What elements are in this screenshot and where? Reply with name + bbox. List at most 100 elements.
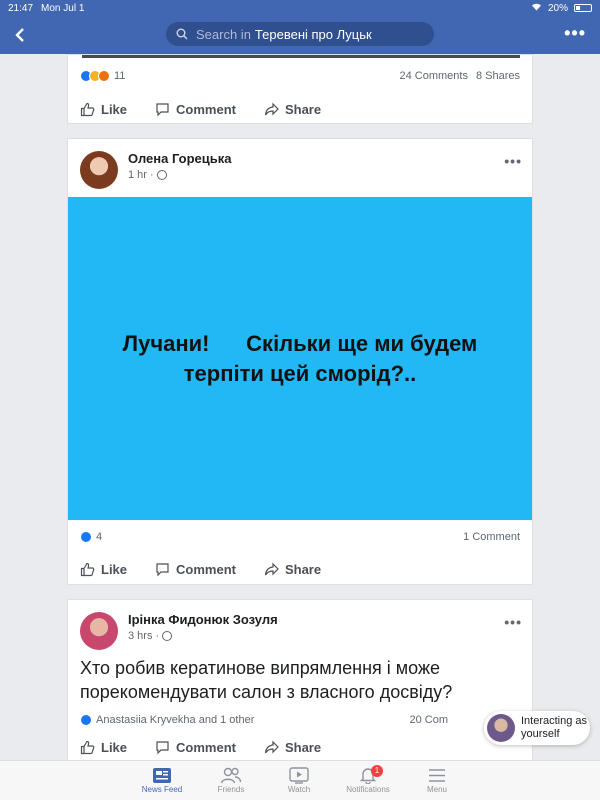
search-input[interactable]: Search in Теревені про Луцьк — [166, 22, 434, 46]
action-row: Like Comment Share — [68, 552, 532, 586]
tab-friends[interactable]: Friends — [201, 765, 261, 794]
post-stats: Anastasiia Kryvekha and 1 other 20 Com — [68, 704, 532, 726]
tab-watch[interactable]: Watch — [269, 765, 329, 794]
comment-label: Comment — [176, 101, 236, 117]
author-name[interactable]: Олена Горецька — [128, 151, 232, 166]
bottom-tab-bar: News Feed Friends Watch 1 Notifications … — [0, 760, 600, 800]
post-image-bottom — [82, 55, 520, 58]
comment-icon — [156, 102, 169, 116]
top-bar: Search in Теревені про Луцьк ••• — [0, 16, 600, 54]
like-button[interactable]: Like — [80, 102, 127, 117]
search-prefix: Search in — [196, 26, 251, 42]
watch-icon — [289, 766, 309, 784]
post-time[interactable]: 3 hrs — [128, 630, 152, 642]
comments-count[interactable]: 1 Comment — [463, 531, 520, 543]
friends-icon — [220, 767, 242, 783]
back-button[interactable] — [0, 16, 40, 54]
like-button[interactable]: Like — [80, 740, 127, 755]
post-header: Олена Горецька 1 hr · ••• — [68, 139, 532, 197]
comment-button[interactable]: Comment — [155, 740, 236, 755]
avatar[interactable] — [80, 612, 118, 650]
post-card: Ірінка Фидонюк Зозуля 3 hrs · ••• Хто ро… — [67, 599, 533, 765]
status-bar: 21:47 Mon Jul 1 20% — [0, 0, 600, 16]
post-stats: 11 24 Comments 8 Shares — [68, 55, 532, 93]
like-reaction-icon — [80, 714, 92, 726]
post-options-button[interactable]: ••• — [504, 614, 522, 630]
wifi-icon — [531, 2, 542, 14]
share-label: Share — [284, 739, 322, 755]
chevron-left-icon — [15, 28, 24, 42]
comment-label: Comment — [176, 561, 236, 577]
thumbs-up-icon — [80, 562, 95, 576]
separator-dot: · — [155, 630, 160, 642]
share-icon — [264, 102, 279, 115]
share-icon — [264, 740, 279, 753]
post-time[interactable]: 1 hr — [128, 169, 147, 181]
tab-label: Friends — [217, 785, 245, 794]
battery-percent: 20% — [547, 2, 568, 14]
like-reaction-icon — [80, 531, 92, 543]
share-label: Share — [284, 561, 322, 577]
avatar — [487, 714, 515, 742]
post-image[interactable]: Лучани! Скільки ще ми будем терпіти цей … — [68, 197, 532, 520]
like-label: Like — [101, 561, 128, 577]
action-row: Like Comment Share — [68, 730, 532, 764]
comment-icon — [156, 740, 169, 754]
separator-dot: · — [149, 169, 154, 181]
tab-news-feed[interactable]: News Feed — [132, 765, 192, 794]
like-label: Like — [101, 101, 128, 117]
shares-count[interactable]: 8 Shares — [476, 70, 520, 82]
post-options-button[interactable]: ••• — [504, 153, 522, 169]
like-button[interactable]: Like — [80, 562, 127, 577]
image-text-line1: Лучани! Скільки ще ми будем — [122, 330, 478, 356]
share-icon — [264, 562, 279, 575]
thumbs-up-icon — [80, 740, 95, 754]
share-button[interactable]: Share — [264, 102, 321, 117]
status-date: Mon Jul 1 — [41, 2, 85, 14]
comment-button[interactable]: Comment — [155, 562, 236, 577]
interacting-as-toast[interactable]: Interacting as yourself — [484, 711, 590, 745]
battery-icon — [574, 4, 592, 12]
author-name[interactable]: Ірінка Фидонюк Зозуля — [128, 612, 278, 627]
post-header: Ірінка Фидонюк Зозуля 3 hrs · ••• — [68, 600, 532, 658]
angry-reaction-icon — [98, 70, 110, 82]
tab-notifications[interactable]: 1 Notifications — [338, 765, 398, 794]
like-label: Like — [101, 739, 128, 755]
comment-label: Comment — [176, 739, 236, 755]
avatar[interactable] — [80, 151, 118, 189]
post-card: Олена Горецька 1 hr · ••• Лучани! Скільк… — [67, 138, 533, 585]
comments-count[interactable]: 24 Comments — [399, 70, 467, 82]
likers-text[interactable]: Anastasiia Kryvekha and 1 other — [96, 714, 254, 726]
notification-badge: 1 — [371, 765, 383, 777]
share-button[interactable]: Share — [264, 740, 321, 755]
thumbs-up-icon — [80, 102, 95, 116]
tab-label: Menu — [426, 785, 447, 794]
image-text-line2: терпіти цей сморід?.. — [183, 360, 417, 386]
menu-icon — [429, 768, 445, 782]
search-group-name: Теревені про Луцьк — [254, 26, 372, 42]
post-stats: 4 1 Comment — [68, 522, 532, 552]
tab-label: Watch — [287, 785, 311, 794]
reaction-count: 4 — [96, 531, 103, 543]
more-options-button[interactable]: ••• — [564, 23, 586, 44]
tab-label: News Feed — [141, 785, 183, 794]
search-icon — [176, 28, 188, 40]
tab-label: Notifications — [346, 785, 390, 794]
news-feed-icon — [153, 767, 171, 783]
reactions[interactable] — [80, 70, 110, 82]
comment-button[interactable]: Comment — [155, 102, 236, 117]
share-button[interactable]: Share — [264, 562, 321, 577]
comments-count[interactable]: 20 Com — [409, 714, 448, 726]
post-text: Хто робив кератинове випрямлення і може … — [80, 658, 453, 702]
toast-text: Interacting as yourself — [521, 715, 588, 740]
action-row: Like Comment Share — [68, 93, 532, 125]
post-card: 11 24 Comments 8 Shares Like Comment Sha… — [67, 54, 533, 124]
globe-icon — [156, 170, 167, 180]
globe-icon — [162, 631, 173, 641]
reaction-count: 11 — [114, 70, 126, 82]
reactions[interactable] — [80, 531, 92, 543]
status-time: 21:47 — [8, 2, 34, 14]
comment-icon — [156, 562, 169, 576]
tab-menu[interactable]: Menu — [407, 765, 467, 794]
share-label: Share — [284, 101, 322, 117]
